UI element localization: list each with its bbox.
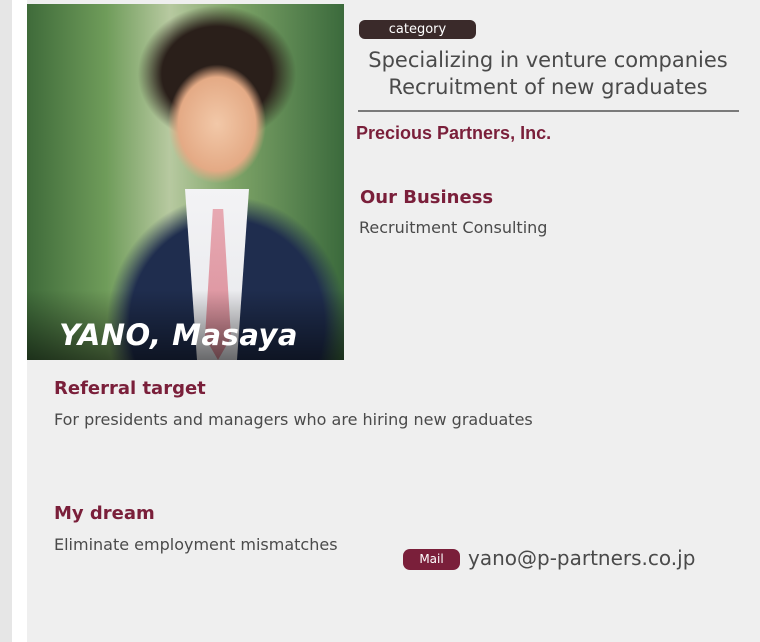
headline-divider <box>358 110 739 112</box>
dream-text: Eliminate employment mismatches <box>54 535 338 554</box>
profile-headline: Specializing in venture companies Recrui… <box>358 47 738 101</box>
profile-photo: YANO, Masaya <box>27 4 344 360</box>
category-badge: category <box>359 20 476 39</box>
referral-heading: Referral target <box>54 378 206 399</box>
email-link[interactable]: yano@p-partners.co.jp <box>468 546 695 570</box>
headline-line-2: Recruitment of new graduates <box>388 75 708 99</box>
company-name: Precious Partners, Inc. <box>356 123 552 143</box>
mail-badge: Mail <box>403 549 460 570</box>
left-border <box>0 0 12 642</box>
headline-line-1: Specializing in venture companies <box>368 48 728 72</box>
profile-name: YANO, Masaya <box>59 318 298 352</box>
dream-heading: My dream <box>54 503 155 524</box>
business-heading: Our Business <box>360 187 494 208</box>
referral-text: For presidents and managers who are hiri… <box>54 410 533 429</box>
business-text: Recruitment Consulting <box>359 218 548 237</box>
